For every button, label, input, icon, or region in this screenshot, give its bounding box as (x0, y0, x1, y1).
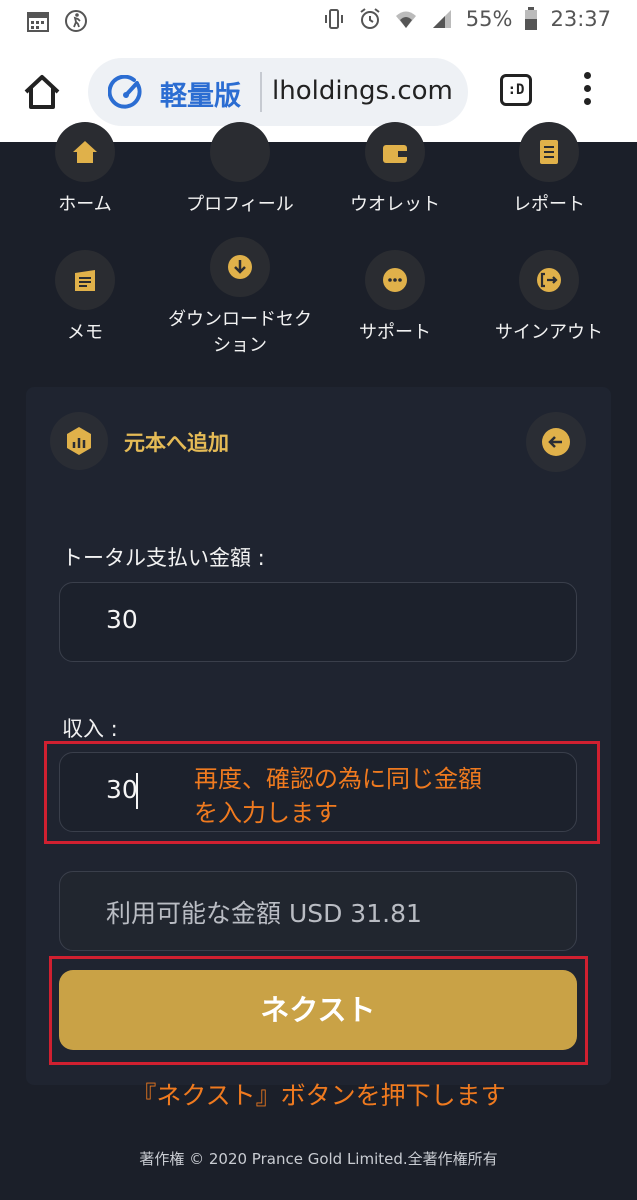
nav-item-download[interactable]: ダウンロードセク ション (165, 237, 315, 359)
nav-item-memo[interactable]: メモ (10, 250, 160, 346)
nav-item-support[interactable]: サポート (320, 250, 470, 346)
arrow-left-icon (542, 428, 570, 456)
nav-item-wallet[interactable]: ウオレット (320, 122, 470, 218)
income-annotation-line2: を入力します (194, 799, 338, 827)
card-title: 元本へ追加 (124, 431, 229, 455)
nav-item-signout[interactable]: サインアウト (474, 250, 624, 346)
available-amount-text: 利用可能な金額 USD 31.81 (106, 899, 422, 928)
url-divider (260, 72, 262, 112)
nav-label: プロフィール (186, 194, 294, 215)
nav-label: メモ (67, 322, 103, 343)
income-label: 収入 : (62, 717, 118, 741)
wallet-icon (365, 122, 425, 182)
vibrate-icon (324, 9, 343, 29)
total-payment-value: 30 (106, 605, 138, 634)
next-button-highlight-box (49, 956, 588, 1065)
income-annotation-line1: 再度、確認の為に同じ金額 (194, 765, 482, 793)
tabs-button[interactable]: :D (500, 74, 532, 106)
support-icon (365, 250, 425, 310)
lite-mode-label: 軽量版 (160, 81, 241, 112)
total-payment-label: トータル支払い金額 : (62, 546, 265, 570)
copyright-footer: 著作権 © 2020 Prance Gold Limited.全著作権所有 (139, 1150, 498, 1168)
download-icon (210, 237, 270, 297)
activity-icon (65, 10, 87, 32)
income-annotation: 再度、確認の為に同じ金額 を入力します (194, 762, 482, 830)
nav-label-line2: ション (213, 335, 267, 356)
battery-icon (525, 7, 538, 30)
home-icon[interactable] (22, 72, 62, 112)
overflow-menu-icon[interactable] (578, 72, 596, 112)
home-icon (55, 122, 115, 182)
total-payment-input[interactable]: 30 (59, 582, 577, 662)
nav-label: サポート (359, 322, 431, 343)
address-bar[interactable]: 軽量版 lholdings.com (88, 58, 468, 126)
nav-item-home[interactable]: ホーム (10, 122, 160, 218)
speedometer-icon (108, 75, 142, 109)
available-amount-field: 利用可能な金額 USD 31.81 (59, 871, 577, 951)
nav-item-report[interactable]: レポート (474, 122, 624, 218)
url-text[interactable]: lholdings.com (272, 76, 453, 106)
memo-icon (55, 250, 115, 310)
nav-label: ダウンロードセク ション (165, 307, 315, 359)
nav-label-line1: ダウンロードセク (168, 309, 312, 330)
nav-label: ウオレット (350, 194, 440, 215)
wifi-icon (395, 11, 416, 28)
next-annotation: 『ネクスト』ボタンを押下します (131, 1081, 506, 1110)
back-button[interactable] (526, 412, 586, 472)
report-icon (519, 122, 579, 182)
nav-label: ホーム (58, 194, 112, 215)
battery-percent: 55% (465, 7, 513, 31)
nav-item-profile[interactable]: プロフィール (165, 122, 315, 218)
status-bar: 55% 23:37 (0, 0, 637, 42)
alarm-icon (360, 8, 380, 29)
signal-icon (432, 10, 451, 28)
signout-icon (519, 250, 579, 310)
clock-time: 23:37 (550, 7, 611, 31)
chart-badge-icon (50, 412, 108, 470)
calendar-icon (27, 12, 49, 32)
nav-label: サインアウト (495, 322, 603, 343)
profile-icon (210, 122, 270, 182)
nav-label: レポート (513, 194, 585, 215)
